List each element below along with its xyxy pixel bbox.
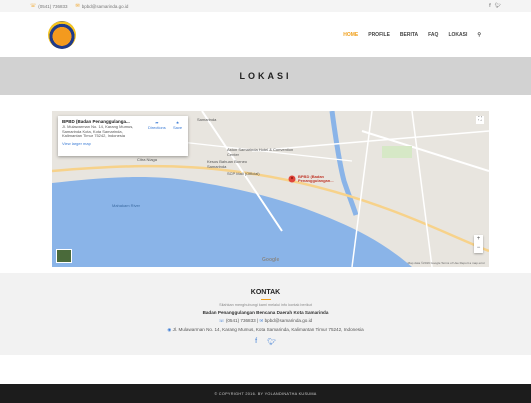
facebook-icon[interactable]: f <box>255 338 257 346</box>
twitter-icon[interactable]: 🐦︎ <box>267 338 276 346</box>
mail-icon: ✉ <box>259 318 264 323</box>
map-attribution[interactable]: Map data ©2019 Google Terms of Use Repor… <box>408 261 485 265</box>
nav-faq[interactable]: FAQ <box>428 32 438 38</box>
directions-label: Directions <box>148 125 166 130</box>
topbar-social: f 🐦︎ <box>489 3 501 9</box>
map-label-samarinda: Samarinda <box>197 117 217 122</box>
site-footer: © COPYRIGHT 2016. BY YOLANDINATHA KUSUMA <box>0 384 531 403</box>
nav-berita[interactable]: BERITA <box>400 32 418 38</box>
view-larger-map-link[interactable]: View larger map <box>62 141 184 146</box>
header: HOME PROFILE BERITA FAQ LOKASI ⚲ <box>0 12 531 57</box>
search-icon[interactable]: ⚲ <box>477 32 481 38</box>
topbar-email[interactable]: ✉ bpbd@samarinda.go.id <box>76 3 129 9</box>
page-banner: LOKASI <box>0 57 531 95</box>
contact-subtitle: Silahkan menghubungi kami melalui info k… <box>219 303 312 307</box>
save-label: Save <box>173 125 183 130</box>
zoom-control[interactable]: + − <box>474 235 483 253</box>
map-label-river: Mahakam River <box>112 203 141 208</box>
zoom-out-icon[interactable]: − <box>474 244 483 253</box>
nav-profile[interactable]: PROFILE <box>368 32 390 38</box>
main-nav: HOME PROFILE BERITA FAQ LOKASI ⚲ <box>343 32 481 38</box>
zoom-in-icon[interactable]: + <box>474 235 483 244</box>
contact-org: Badan Penanggulangan Bencana Daerah Kota… <box>202 310 329 315</box>
contact-divider <box>260 299 271 300</box>
topbar-phone: ☏ (0541) 736833 <box>30 3 68 9</box>
copyright-text: © COPYRIGHT 2016. BY YOLANDINATHA KUSUMA <box>214 391 317 396</box>
map-label-scp: SCP Mall (Official) <box>227 171 260 176</box>
bpbd-logo[interactable] <box>48 20 76 49</box>
page-title: LOKASI <box>239 71 292 81</box>
contact-email[interactable]: bpbd@samarinda.go.id <box>265 318 313 323</box>
twitter-icon[interactable]: 🐦︎ <box>495 3 501 9</box>
map-label-aston: Aston Samarinda Hotel & Convention Cente… <box>227 147 294 157</box>
google-logo: Google <box>262 257 280 263</box>
map-label-kesos: Kesos Bahuan Borneo Samarinda <box>207 159 248 169</box>
fullscreen-icon[interactable]: ⛶ <box>476 116 484 124</box>
map-label-citra: Citra Niaga <box>137 157 158 162</box>
contact-phone-email: ☏ (0541) 736833 | ✉ bpbd@samarinda.go.id <box>0 318 531 324</box>
topbar-email-text[interactable]: bpbd@samarinda.go.id <box>82 4 129 9</box>
top-bar: ☏ (0541) 736833 ✉ bpbd@samarinda.go.id f… <box>0 0 531 12</box>
map-pin-label[interactable]: BPBD (Badan Penanggulangan... <box>298 174 343 184</box>
topbar-phone-text: (0541) 736833 <box>38 3 68 9</box>
contact-title: KONTAK <box>250 289 281 296</box>
contact-address: Jl. Mulawarman No. 14, Karang Mumus, Kot… <box>172 327 364 332</box>
save-button[interactable]: ★ Save <box>173 120 182 130</box>
mail-icon: ✉ <box>75 3 80 9</box>
phone-icon: ☏ <box>30 3 37 9</box>
contact-section: KONTAK Silahkan menghubungi kami melalui… <box>0 273 531 355</box>
contact-social: f 🐦︎ <box>0 338 531 346</box>
nav-home[interactable]: HOME <box>343 32 358 38</box>
google-map[interactable]: BPBD (Badan Penanggulanga... Jl. Mulawar… <box>52 111 489 267</box>
contact-phone: (0541) 736833 <box>225 318 256 323</box>
map-marker-icon: ◉ <box>167 327 172 332</box>
facebook-icon[interactable]: f <box>489 3 490 9</box>
map-info-box: BPBD (Badan Penanggulanga... Jl. Mulawar… <box>58 116 188 156</box>
contact-address-line: ◉ Jl. Mulawarman No. 14, Karang Mumus, K… <box>0 327 531 333</box>
nav-lokasi[interactable]: LOKASI <box>448 32 467 38</box>
map-info-address: Jl. Mulawarman No. 14, Karang Mumus, Sam… <box>62 124 134 139</box>
directions-button[interactable]: ➦ Directions <box>148 120 166 130</box>
satellite-toggle[interactable] <box>56 249 72 263</box>
phone-icon: ☏ <box>218 318 225 323</box>
